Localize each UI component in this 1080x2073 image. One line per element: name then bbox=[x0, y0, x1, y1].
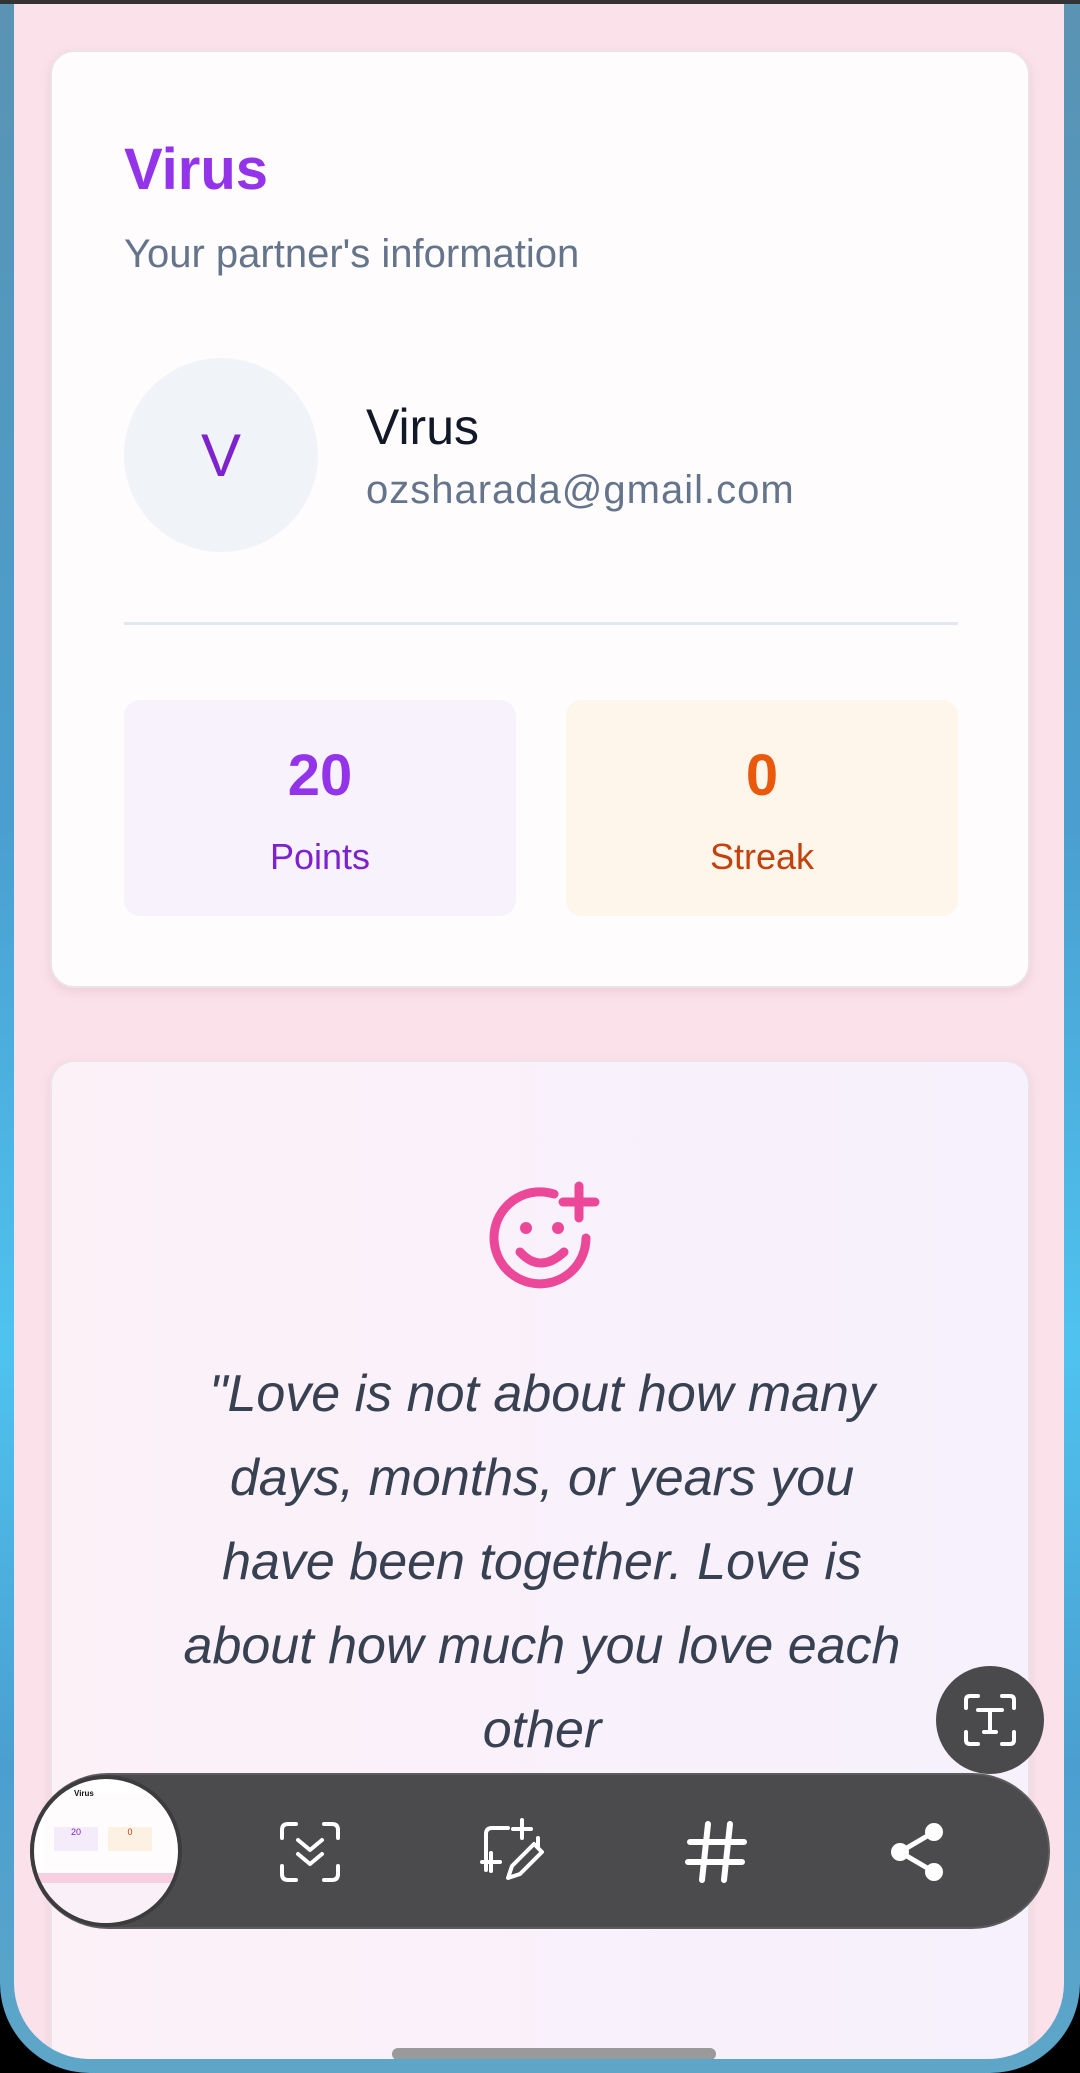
points-stat: 20 Points bbox=[124, 700, 516, 916]
text-recognition-button[interactable] bbox=[936, 1666, 1044, 1774]
streak-value: 0 bbox=[745, 743, 779, 808]
app-screen: Virus Your partner's information V Virus… bbox=[14, 4, 1064, 2059]
home-indicator[interactable] bbox=[392, 2048, 716, 2059]
thumbnail-gap bbox=[34, 1873, 178, 1883]
thumbnail-title: Virus bbox=[74, 1789, 94, 1798]
card-title: Virus bbox=[124, 137, 269, 202]
points-label: Points bbox=[269, 836, 371, 877]
partner-email: ozsharada@gmail.com bbox=[366, 468, 795, 512]
avatar-initial: V bbox=[200, 421, 242, 489]
partner-info-card: Virus Your partner's information V Virus… bbox=[50, 50, 1030, 988]
points-value: 20 bbox=[287, 743, 353, 808]
card-subtitle: Your partner's information bbox=[124, 232, 580, 276]
love-quote: "Love is not about how many days, months… bbox=[183, 1365, 901, 1759]
partner-name: Virus bbox=[366, 399, 480, 455]
divider bbox=[124, 622, 958, 625]
streak-label: Streak bbox=[709, 836, 815, 877]
scroll-capture-icon bbox=[280, 1822, 340, 1882]
streak-stat: 0 Streak bbox=[566, 700, 958, 916]
screenshot-thumbnail[interactable]: Virus 20 0 bbox=[30, 1775, 182, 1927]
text-recognition-icon bbox=[964, 1694, 1016, 1746]
draw-icon bbox=[480, 1818, 544, 1880]
smile-plus-icon bbox=[489, 1181, 600, 1289]
draw-button[interactable] bbox=[474, 1812, 554, 1892]
scroll-capture-button[interactable] bbox=[270, 1812, 350, 1892]
share-button[interactable] bbox=[878, 1812, 958, 1892]
hashtag-button[interactable] bbox=[676, 1812, 756, 1892]
thumbnail-lower-card bbox=[44, 1883, 172, 1923]
thumbnail-streak: 0 bbox=[108, 1827, 152, 1851]
avatar: V bbox=[124, 358, 318, 552]
hashtag-icon bbox=[685, 1821, 747, 1883]
share-icon bbox=[891, 1823, 943, 1881]
thumbnail-points: 20 bbox=[54, 1827, 98, 1851]
